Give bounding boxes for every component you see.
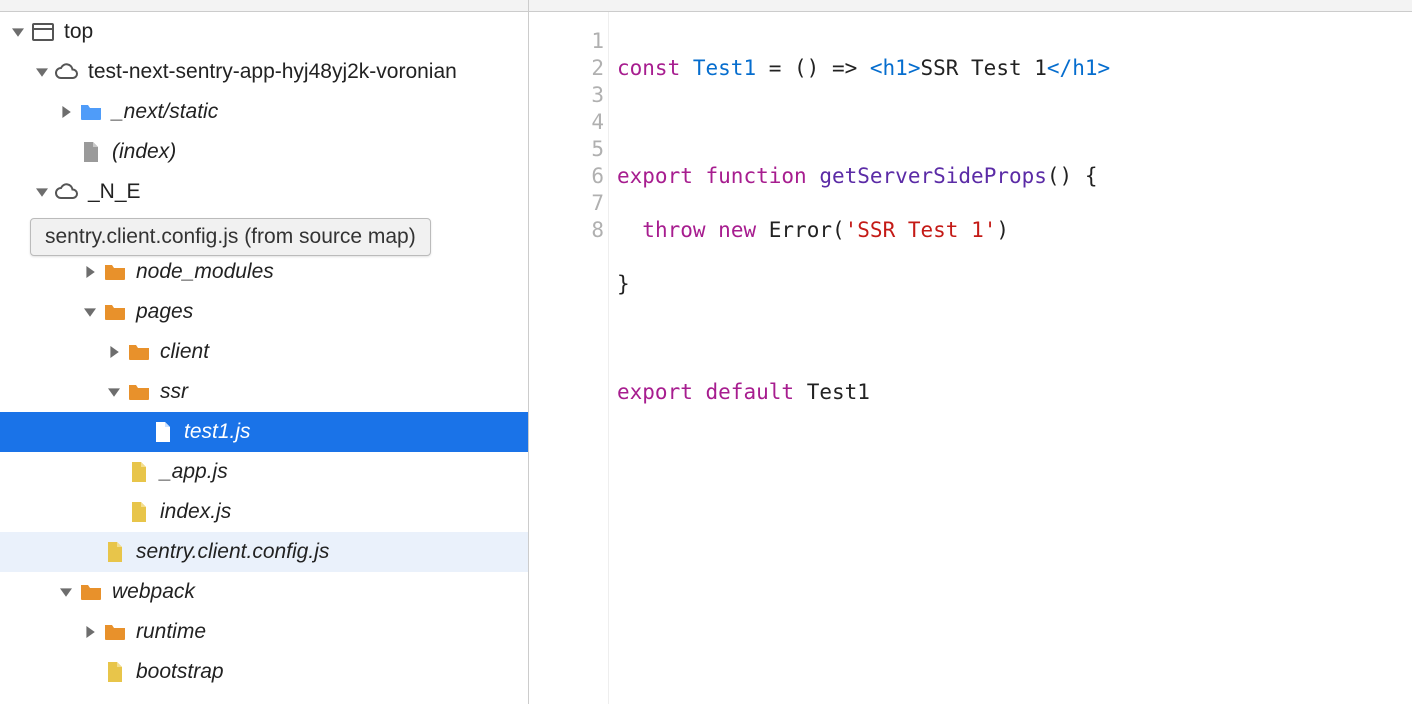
node-label: _app.js <box>160 460 228 484</box>
tree-node-node-modules[interactable]: node_modules <box>0 252 528 292</box>
tree-node-pages[interactable]: pages <box>0 292 528 332</box>
chevron-down-icon[interactable] <box>82 304 98 320</box>
line-number: 8 <box>579 217 604 244</box>
file-icon <box>150 419 176 445</box>
line-number: 1 <box>579 28 604 55</box>
node-label: webpack <box>112 580 195 604</box>
tree-node-bootstrap[interactable]: bootstrap <box>0 652 528 692</box>
node-label: ssr <box>160 380 188 404</box>
chevron-right-icon[interactable] <box>82 624 98 640</box>
chevron-down-icon[interactable] <box>34 184 50 200</box>
code-content[interactable]: const Test1 = () => <h1>SSR Test 1</h1> … <box>609 0 1110 704</box>
tree-node-ssr[interactable]: ssr <box>0 372 528 412</box>
tree-node-runtime[interactable]: runtime <box>0 612 528 652</box>
chevron-right-icon[interactable] <box>82 264 98 280</box>
node-label: index.js <box>160 500 231 524</box>
chevron-down-icon[interactable] <box>10 24 26 40</box>
node-label: node_modules <box>136 260 274 284</box>
node-label: test1.js <box>184 420 251 444</box>
chevron-down-icon[interactable] <box>58 584 74 600</box>
folder-open-icon <box>126 379 152 405</box>
line-number-gutter: 1 2 3 4 5 6 7 8 <box>579 0 609 704</box>
node-label: pages <box>136 300 193 324</box>
sourcemap-file-icon <box>126 459 152 485</box>
node-label: (index) <box>112 140 176 164</box>
chevron-right-icon[interactable] <box>58 104 74 120</box>
tree-node-webpack[interactable]: webpack <box>0 572 528 612</box>
cloud-icon <box>54 179 80 205</box>
sourcemap-file-icon <box>102 659 128 685</box>
tree-node-index-page[interactable]: (index) <box>0 132 528 172</box>
tree-node-top[interactable]: top <box>0 12 528 52</box>
tree-node-n-e[interactable]: _N_E <box>0 172 528 212</box>
line-number: 4 <box>579 109 604 136</box>
editor-tabbar <box>529 0 1412 12</box>
line-number: 5 <box>579 136 604 163</box>
node-label: sentry.client.config.js <box>136 540 329 564</box>
node-label: _N_E <box>88 180 141 204</box>
folder-icon <box>78 99 104 125</box>
tooltip-text: sentry.client.config.js (from source map… <box>45 225 416 248</box>
sourcemap-file-icon <box>102 539 128 565</box>
folder-open-icon <box>78 579 104 605</box>
tree-node-test1-js[interactable]: test1.js <box>0 412 528 452</box>
folder-icon <box>126 339 152 365</box>
node-label: client <box>160 340 209 364</box>
cloud-icon <box>54 59 80 85</box>
tree-node-index-js[interactable]: index.js <box>0 492 528 532</box>
code-editor-pane: 1 2 3 4 5 6 7 8 const Test1 = () => <h1>… <box>529 0 1412 704</box>
sourcemap-file-icon <box>126 499 152 525</box>
hover-tooltip: sentry.client.config.js (from source map… <box>30 218 431 256</box>
window-icon <box>30 19 56 45</box>
tree-node-next-static[interactable]: _next/static <box>0 92 528 132</box>
tree-node-client[interactable]: client <box>0 332 528 372</box>
node-label: _next/static <box>112 100 218 124</box>
line-number: 2 <box>579 55 604 82</box>
node-label: bootstrap <box>136 660 224 684</box>
tree-node-domain[interactable]: test-next-sentry-app-hyj48yj2k-voronian <box>0 52 528 92</box>
sidebar-tabbar <box>0 0 528 12</box>
line-number: 3 <box>579 82 604 109</box>
line-number: 6 <box>579 163 604 190</box>
node-label: top <box>64 20 93 44</box>
file-tree-panel: top test-next-sentry-app-hyj48yj2k-voron… <box>0 0 529 704</box>
chevron-down-icon[interactable] <box>106 384 122 400</box>
file-tree: top test-next-sentry-app-hyj48yj2k-voron… <box>0 0 528 692</box>
tree-node-app-js[interactable]: _app.js <box>0 452 528 492</box>
file-icon <box>78 139 104 165</box>
node-label: test-next-sentry-app-hyj48yj2k-voronian <box>88 60 457 84</box>
folder-icon <box>102 619 128 645</box>
tree-node-sentry-config[interactable]: sentry.client.config.js <box>0 532 528 572</box>
folder-icon <box>102 259 128 285</box>
line-number: 7 <box>579 190 604 217</box>
folder-open-icon <box>102 299 128 325</box>
chevron-down-icon[interactable] <box>34 64 50 80</box>
node-label: runtime <box>136 620 206 644</box>
chevron-right-icon[interactable] <box>106 344 122 360</box>
